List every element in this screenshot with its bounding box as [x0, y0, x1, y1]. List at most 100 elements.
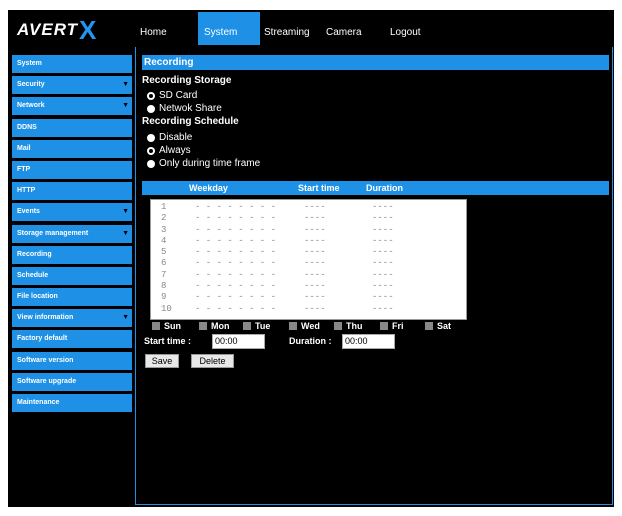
schedule-row[interactable]: 1 - - - - - - - - ---- ---- — [151, 202, 466, 213]
logo-text: AVERT — [17, 20, 79, 39]
row-weekday: - - - - - - - - — [195, 235, 277, 246]
schedule-row[interactable]: 9 - - - - - - - - ---- ---- — [151, 292, 466, 303]
sidebar-item-label: Software upgrade — [17, 377, 77, 385]
schedule-row[interactable]: 3 - - - - - - - - ---- ---- — [151, 225, 466, 236]
radio-label: Disable — [159, 132, 193, 143]
start-time-input[interactable]: 00:00 — [212, 334, 265, 349]
sidebar-item-label: HTTP — [17, 187, 36, 195]
chevron-down-icon: ▼ — [122, 81, 129, 89]
radio-button[interactable] — [147, 159, 155, 168]
radio-option-disable[interactable]: Disable — [142, 131, 609, 144]
day-label: Fri — [392, 321, 404, 331]
radio-button[interactable] — [147, 91, 155, 100]
sidebar-item-events[interactable]: Events ▼ — [12, 203, 132, 222]
sidebar-item-maintenance[interactable]: Maintenance — [12, 394, 132, 412]
sidebar-item-ddns[interactable]: DDNS — [12, 118, 132, 137]
row-number: 4 — [161, 235, 167, 246]
sidebar-item-schedule[interactable]: Schedule — [12, 266, 132, 285]
sidebar-item-view-information[interactable]: View information ▼ — [12, 309, 132, 328]
schedule-row[interactable]: 10 - - - - - - - - ---- ---- — [151, 304, 466, 315]
row-start-time: ---- — [304, 202, 326, 212]
sidebar-item-storage-management[interactable]: Storage management ▼ — [12, 224, 132, 243]
row-number: 2 — [161, 213, 167, 224]
checkbox[interactable] — [380, 322, 388, 330]
sidebar-item-http[interactable]: HTTP — [12, 182, 132, 201]
row-duration: ---- — [372, 269, 394, 280]
day-checkbox-wed[interactable]: Wed — [289, 321, 320, 331]
day-checkbox-sun[interactable]: Sun — [152, 321, 181, 331]
nav-home[interactable]: Home — [136, 12, 198, 45]
nav-streaming[interactable]: Streaming — [260, 12, 322, 45]
schedule-row[interactable]: 8 - - - - - - - - ---- ---- — [151, 281, 466, 292]
checkbox[interactable] — [334, 322, 342, 330]
save-button[interactable]: Save — [145, 354, 179, 368]
sidebar-item-label: Software version — [17, 356, 74, 364]
row-start-time: ---- — [304, 224, 326, 235]
radio-option-sd-card[interactable]: SD Card — [142, 89, 609, 102]
row-duration: ---- — [372, 292, 394, 303]
schedule-row[interactable]: 5 - - - - - - - - ---- ---- — [151, 247, 466, 258]
sidebar-item-software-upgrade[interactable]: Software upgrade — [12, 372, 132, 391]
content-border-bottom — [135, 504, 613, 505]
checkbox[interactable] — [199, 322, 207, 330]
delete-button[interactable]: Delete — [191, 354, 234, 368]
day-checkbox-tue[interactable]: Tue — [243, 321, 270, 331]
sidebar-item-label: Factory default — [17, 335, 68, 343]
radio-option-only-during-time-frame[interactable]: Only during time frame — [142, 157, 609, 170]
row-start-time: ---- — [304, 303, 326, 314]
schedule-row[interactable]: 7 - - - - - - - - ---- ---- — [151, 270, 466, 281]
sidebar-item-factory-default[interactable]: Factory default — [12, 330, 132, 349]
schedule-row[interactable]: 4 - - - - - - - - ---- ---- — [151, 236, 466, 247]
row-weekday: - - - - - - - - — [195, 247, 277, 258]
radio-option-always[interactable]: Always — [142, 144, 609, 157]
day-label: Tue — [255, 321, 271, 331]
radio-button[interactable] — [147, 146, 155, 155]
radio-label: Netwok Share — [159, 103, 222, 114]
sidebar-item-label: Security — [17, 81, 45, 89]
row-start-time: ---- — [304, 258, 326, 269]
schedule-row[interactable]: 2 - - - - - - - - ---- ---- — [151, 213, 466, 224]
day-checkbox-mon[interactable]: Mon — [199, 321, 230, 331]
checkbox[interactable] — [243, 322, 251, 330]
column-duration: Duration — [366, 183, 403, 193]
sidebar-item-software-version[interactable]: Software version — [12, 351, 132, 370]
logo-x-mark: X — [79, 15, 98, 45]
radio-button[interactable] — [147, 133, 155, 142]
row-number: 7 — [161, 269, 167, 280]
duration-input[interactable]: 00:00 — [342, 334, 395, 349]
sidebar-item-label: System — [17, 60, 42, 67]
row-weekday: - - - - - - - - — [195, 292, 277, 303]
checkbox[interactable] — [152, 322, 160, 330]
sidebar-item-system[interactable]: System — [12, 55, 132, 73]
sidebar-item-recording[interactable]: Recording — [12, 245, 132, 264]
row-start-time: ---- — [304, 269, 326, 280]
nav-logout[interactable]: Logout — [384, 12, 446, 45]
row-number: 5 — [161, 247, 167, 258]
schedule-table-header: Weekday Start time Duration — [142, 181, 609, 195]
nav-camera[interactable]: Camera — [322, 12, 384, 45]
sidebar-item-security[interactable]: Security ▼ — [12, 76, 132, 95]
checkbox[interactable] — [289, 322, 297, 330]
schedule-row[interactable]: 6 - - - - - - - - ---- ---- — [151, 258, 466, 269]
sidebar: System Security ▼ Network ▼ DDNS Mail FTP HTTP Ev… — [12, 55, 132, 415]
radio-button[interactable] — [147, 104, 155, 113]
day-checkbox-thu[interactable]: Thu — [334, 321, 363, 331]
sidebar-item-file-location[interactable]: File location — [12, 288, 132, 307]
sidebar-item-network[interactable]: Network ▼ — [12, 97, 132, 116]
schedule-options: Disable Always Only during time frame — [142, 131, 609, 170]
day-checkbox-sat[interactable]: Sat — [425, 321, 451, 331]
radio-option-netwok-share[interactable]: Netwok Share — [142, 102, 609, 115]
schedule-list[interactable]: 1- - - - - - - - ---- ---- 2- - - - - - - -… — [150, 199, 467, 320]
sidebar-item-mail[interactable]: Mail — [12, 139, 132, 158]
row-duration: ---- — [372, 258, 394, 269]
checkbox[interactable] — [425, 322, 433, 330]
radio-label: Always — [159, 145, 191, 156]
recording-schedule-heading: Recording Schedule — [142, 116, 239, 127]
sidebar-item-ftp[interactable]: FTP — [12, 160, 132, 179]
radio-label: Only during time frame — [159, 158, 261, 169]
column-start-time: Start time — [298, 183, 340, 193]
start-time-label: Start time : — [144, 336, 192, 346]
row-number: 8 — [161, 281, 167, 292]
nav-system[interactable]: System — [198, 12, 260, 45]
day-checkbox-fri[interactable]: Fri — [380, 321, 404, 331]
